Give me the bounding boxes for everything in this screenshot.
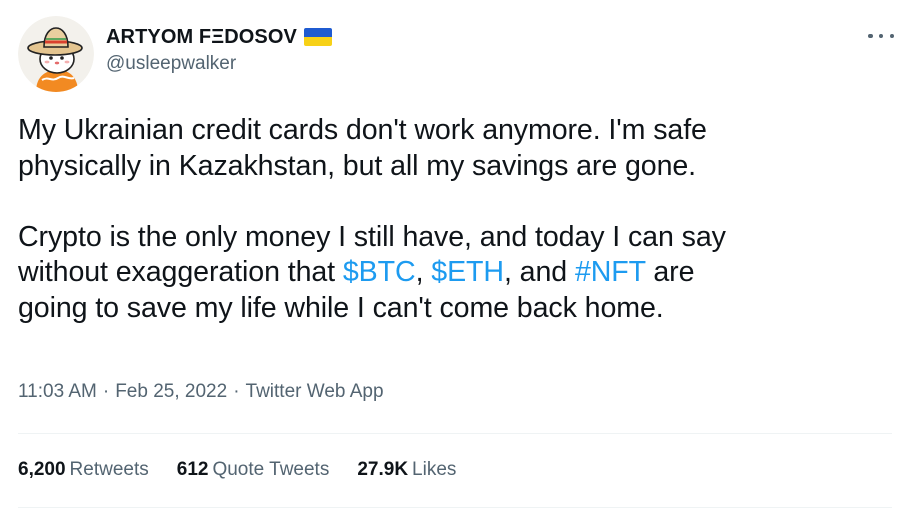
divider xyxy=(18,507,892,508)
meta-separator: · xyxy=(233,381,240,402)
tweet-line: without exaggeration that $BTC, $ETH, an… xyxy=(18,255,898,291)
tweet-meta: 11:03 AM · Feb 25, 2022 · Twitter Web Ap… xyxy=(18,380,384,404)
divider xyxy=(18,433,892,434)
tweet-time[interactable]: 11:03 AM xyxy=(18,380,97,404)
likes-count: 27.9K xyxy=(357,459,409,480)
retweets-count: 6,200 xyxy=(18,459,66,480)
avatar[interactable] xyxy=(18,16,94,92)
display-name[interactable]: ARTYOM FΞDOSOV xyxy=(106,24,297,50)
tweet-line: going to save my life while I can't come… xyxy=(18,291,664,324)
tweet-line: My Ukrainian credit cards don't work any… xyxy=(18,114,707,146)
meta-separator: · xyxy=(102,381,110,402)
cashtag-eth-link[interactable]: $ETH xyxy=(431,256,504,288)
author-block: ARTYOM FΞDOSOV @usleepwalker xyxy=(106,24,332,76)
more-options-button[interactable] xyxy=(868,28,894,44)
tweet-card: ARTYOM FΞDOSOV @usleepwalker My Ukrainia… xyxy=(0,0,910,514)
tweet-text-segment: are xyxy=(645,256,695,288)
retweets-label: Retweets xyxy=(69,459,149,480)
quote-tweets-stat[interactable]: 612 Quote Tweets xyxy=(177,458,330,482)
retweets-stat[interactable]: 6,200 Retweets xyxy=(18,458,149,482)
cashtag-btc-link[interactable]: $BTC xyxy=(343,256,416,288)
more-options-dot-icon xyxy=(889,33,894,39)
likes-stat[interactable]: 27.9K Likes xyxy=(357,458,456,482)
avatar-illustration-icon xyxy=(18,16,94,92)
engagement-stats: 6,200 Retweets 612 Quote Tweets 27.9K Likes xyxy=(18,458,484,482)
quote-tweets-label: Quote Tweets xyxy=(212,459,330,480)
likes-label: Likes xyxy=(412,459,457,480)
more-options-dot-icon xyxy=(868,33,873,39)
tweet-line: physically in Kazakhstan, but all my sav… xyxy=(18,149,697,182)
ukraine-flag-icon xyxy=(303,28,332,46)
tweet-text-segment: , and xyxy=(503,256,575,288)
tweet-date[interactable]: Feb 25, 2022 xyxy=(115,380,227,404)
tweet-text-segment: , xyxy=(415,256,432,288)
quote-tweets-count: 612 xyxy=(176,459,209,480)
more-options-dot-icon xyxy=(878,33,884,39)
tweet-text: My Ukrainian credit cards don't work any… xyxy=(18,113,898,326)
tweet-line: Crypto is the only money I still have, a… xyxy=(18,220,726,253)
name-row: ARTYOM FΞDOSOV xyxy=(106,24,332,50)
tweet-source-link[interactable]: Twitter Web App xyxy=(246,380,384,404)
user-handle[interactable]: @usleepwalker xyxy=(106,52,332,76)
hashtag-nft-link[interactable]: #NFT xyxy=(575,256,646,288)
tweet-text-segment: without exaggeration that xyxy=(18,256,343,288)
